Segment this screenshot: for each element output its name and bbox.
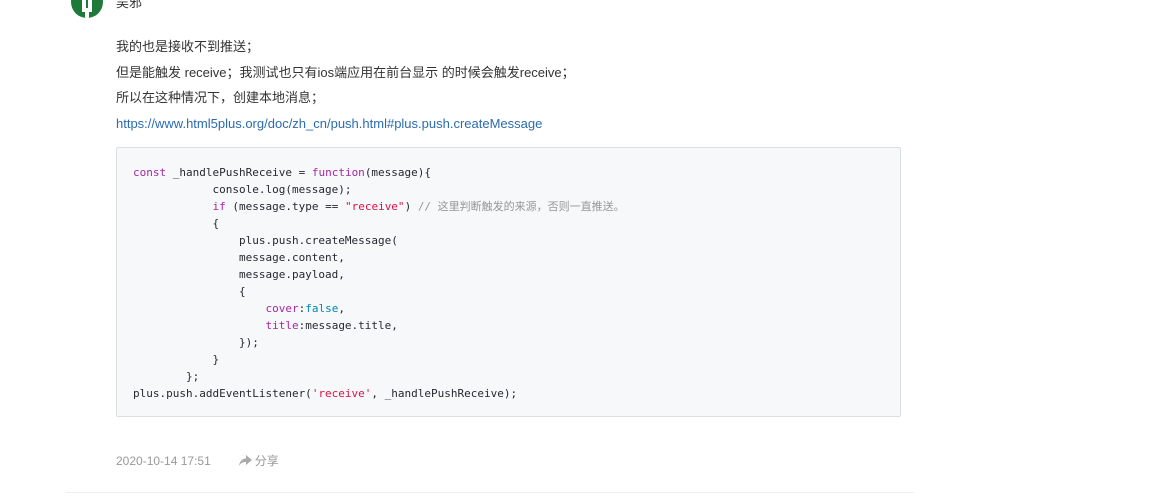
code-block: const _handlePushReceive = function(mess… [116, 147, 901, 417]
code-line: message.payload, [133, 268, 345, 281]
code-token: plus.push.addEventListener( [133, 387, 312, 400]
code-token: ) [404, 200, 418, 213]
comment-link-line: https://www.html5plus.org/doc/zh_cn/push… [116, 111, 906, 137]
code-line: } [133, 353, 220, 366]
share-button[interactable]: 分享 [238, 452, 279, 469]
code-token: :message.title, [298, 319, 398, 332]
code-line: plus.push.createMessage( [133, 234, 398, 247]
divider [66, 492, 914, 493]
code-token: (message.type == [225, 200, 345, 213]
code-line: }); [133, 336, 259, 349]
comment-meta: 2020-10-14 17:51 分享 [116, 452, 279, 469]
comment-line-2: 但是能触发 receive；我测试也只有ios端应用在前台显示 的时候会触发re… [116, 64, 575, 80]
avatar-glyph-stem [85, 8, 89, 18]
timestamp: 2020-10-14 17:51 [116, 453, 211, 468]
code-token: , [338, 302, 345, 315]
code-token: (message){ [364, 166, 432, 179]
comment-line-3: 所以在这种情况下，创建本地消息； [116, 90, 325, 105]
code-line: console.log(message); [133, 183, 352, 196]
code-token: cover [265, 302, 299, 315]
code-token: const [133, 166, 167, 179]
code-line: message.content, [133, 251, 345, 264]
code-token: , _handlePushReceive); [371, 387, 518, 400]
avatar[interactable] [71, 0, 103, 18]
username[interactable]: 吴邪 [116, 0, 142, 11]
comment-line-1: 我的也是接收不到推送； [116, 39, 260, 54]
code-line: { [133, 217, 220, 230]
code-token: title [265, 319, 299, 332]
code-token: if [212, 200, 226, 213]
doc-link[interactable]: https://www.html5plus.org/doc/zh_cn/push… [116, 116, 542, 131]
share-icon [238, 455, 252, 466]
code-token: false [305, 302, 339, 315]
code-line: }; [133, 370, 200, 383]
code-token: "receive" [344, 200, 405, 213]
share-label: 分享 [254, 454, 279, 468]
code-comment: // 这里判断触发的来源，否则一直推送。 [417, 200, 625, 213]
code-content: const _handlePushReceive = function(mess… [117, 148, 900, 402]
code-token: function [311, 166, 365, 179]
code-token: 'receive' [311, 387, 372, 400]
code-line: { [133, 285, 246, 298]
code-token: _handlePushReceive = [166, 166, 312, 179]
comment-body: 我的也是接收不到推送； 但是能触发 receive；我测试也只有ios端应用在前… [116, 34, 906, 136]
